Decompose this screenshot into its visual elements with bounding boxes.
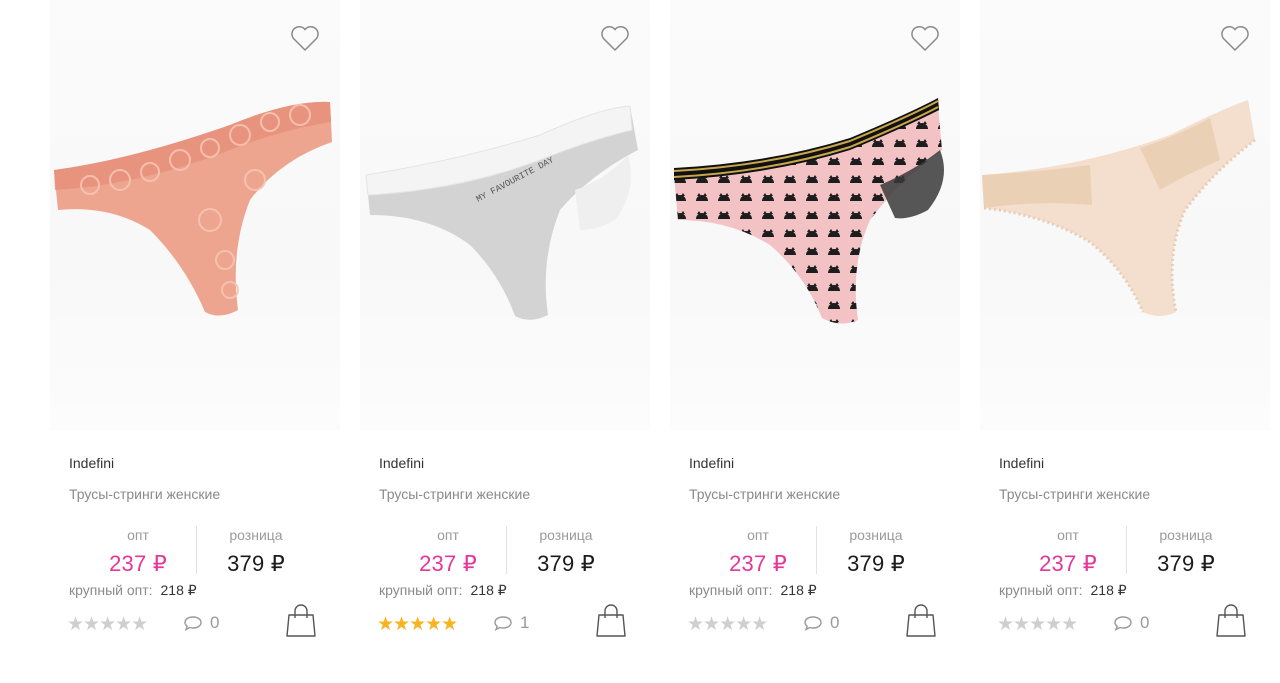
reviews-link[interactable]: 1 (493, 613, 529, 633)
product-card[interactable]: Indefini Трусы-стринги женские опт 237 ₽… (670, 0, 960, 683)
opt-price: 237 ₽ (109, 551, 167, 576)
retail-price-block: розница 379 ₽ (506, 527, 626, 577)
rating-stars[interactable]: ★★★★★ (997, 613, 1078, 636)
bulk-label: крупный опт: (999, 582, 1083, 598)
opt-label: опт (437, 527, 459, 543)
bulk-price: крупный опт: 218 ₽ (69, 582, 197, 599)
bulk-value: 218 ₽ (780, 582, 817, 598)
product-card[interactable]: Indefini Трусы-стринги женские опт 237 ₽… (980, 0, 1270, 683)
heart-outline-icon[interactable] (1220, 24, 1250, 52)
heart-outline-icon[interactable] (290, 24, 320, 52)
product-card[interactable]: Indefini Трусы-стринги женские опт 237 ₽… (50, 0, 340, 683)
retail-price: 379 ₽ (1157, 551, 1215, 576)
reviews-link[interactable]: 0 (183, 613, 219, 633)
rating-stars[interactable]: ★★★★★ (377, 613, 458, 636)
reviews-count: 0 (210, 613, 220, 632)
product-brand[interactable]: Indefini (379, 455, 424, 471)
opt-price: 237 ₽ (419, 551, 477, 576)
product-brand[interactable]: Indefini (999, 455, 1044, 471)
opt-price-block: опт 237 ₽ (700, 527, 816, 577)
retail-label: розница (539, 527, 593, 543)
bulk-label: крупный опт: (689, 582, 773, 598)
retail-price: 379 ₽ (227, 551, 285, 576)
product-image[interactable] (50, 0, 340, 430)
retail-label: розница (849, 527, 903, 543)
retail-price: 379 ₽ (847, 551, 905, 576)
product-grid: Indefini Трусы-стринги женские опт 237 ₽… (0, 0, 1280, 683)
grey-thong-image: MY FAVOURITE DAY (365, 105, 638, 320)
opt-price-block: опт 237 ₽ (1010, 527, 1126, 577)
product-image[interactable] (980, 0, 1270, 430)
bulk-price: крупный опт: 218 ₽ (689, 582, 817, 599)
retail-label: розница (1159, 527, 1213, 543)
speech-bubble-icon (1114, 616, 1132, 631)
product-title[interactable]: Трусы-стринги женские (69, 486, 220, 502)
bulk-price: крупный опт: 218 ₽ (379, 582, 507, 599)
shopping-bag-icon[interactable] (286, 604, 316, 638)
heart-outline-icon[interactable] (600, 24, 630, 52)
retail-price-block: розница 379 ₽ (196, 527, 316, 577)
bulk-price: крупный опт: 218 ₽ (999, 582, 1127, 599)
speech-bubble-icon (184, 616, 202, 631)
product-title[interactable]: Трусы-стринги женские (999, 486, 1150, 502)
opt-price-block: опт 237 ₽ (390, 527, 506, 577)
rating-stars[interactable]: ★★★★★ (687, 613, 768, 636)
rating-stars[interactable]: ★★★★★ (67, 613, 148, 636)
shopping-bag-icon[interactable] (1216, 604, 1246, 638)
product-card[interactable]: MY FAVOURITE DAY Indefini Трусы-стринги … (360, 0, 650, 683)
reviews-count: 0 (1140, 613, 1150, 632)
opt-label: опт (747, 527, 769, 543)
opt-price-block: опт 237 ₽ (80, 527, 196, 577)
retail-price-block: розница 379 ₽ (816, 527, 936, 577)
product-brand[interactable]: Indefini (69, 455, 114, 471)
lace-thong-image (54, 101, 332, 316)
product-title[interactable]: Трусы-стринги женские (379, 486, 530, 502)
reviews-count: 1 (520, 613, 530, 632)
reviews-link[interactable]: 0 (1113, 613, 1149, 633)
shopping-bag-icon[interactable] (596, 604, 626, 638)
speech-bubble-icon (494, 616, 512, 631)
retail-label: розница (229, 527, 283, 543)
reviews-link[interactable]: 0 (803, 613, 839, 633)
product-image[interactable]: MY FAVOURITE DAY (360, 0, 650, 430)
bulk-label: крупный опт: (69, 582, 153, 598)
product-image[interactable] (670, 0, 960, 430)
bulk-label: крупный опт: (379, 582, 463, 598)
speech-bubble-icon (804, 616, 822, 631)
reviews-count: 0 (830, 613, 840, 632)
opt-label: опт (127, 527, 149, 543)
bulk-value: 218 ₽ (160, 582, 197, 598)
opt-price: 237 ₽ (729, 551, 787, 576)
shopping-bag-icon[interactable] (906, 604, 936, 638)
heart-outline-icon[interactable] (910, 24, 940, 52)
retail-price-block: розница 379 ₽ (1126, 527, 1246, 577)
product-title[interactable]: Трусы-стринги женские (689, 486, 840, 502)
retail-price: 379 ₽ (537, 551, 595, 576)
bulk-value: 218 ₽ (470, 582, 507, 598)
beige-thong-image (982, 100, 1256, 316)
opt-price: 237 ₽ (1039, 551, 1097, 576)
product-brand[interactable]: Indefini (689, 455, 734, 471)
opt-label: опт (1057, 527, 1079, 543)
bulk-value: 218 ₽ (1090, 582, 1127, 598)
cat-print-thong-image (673, 98, 944, 324)
